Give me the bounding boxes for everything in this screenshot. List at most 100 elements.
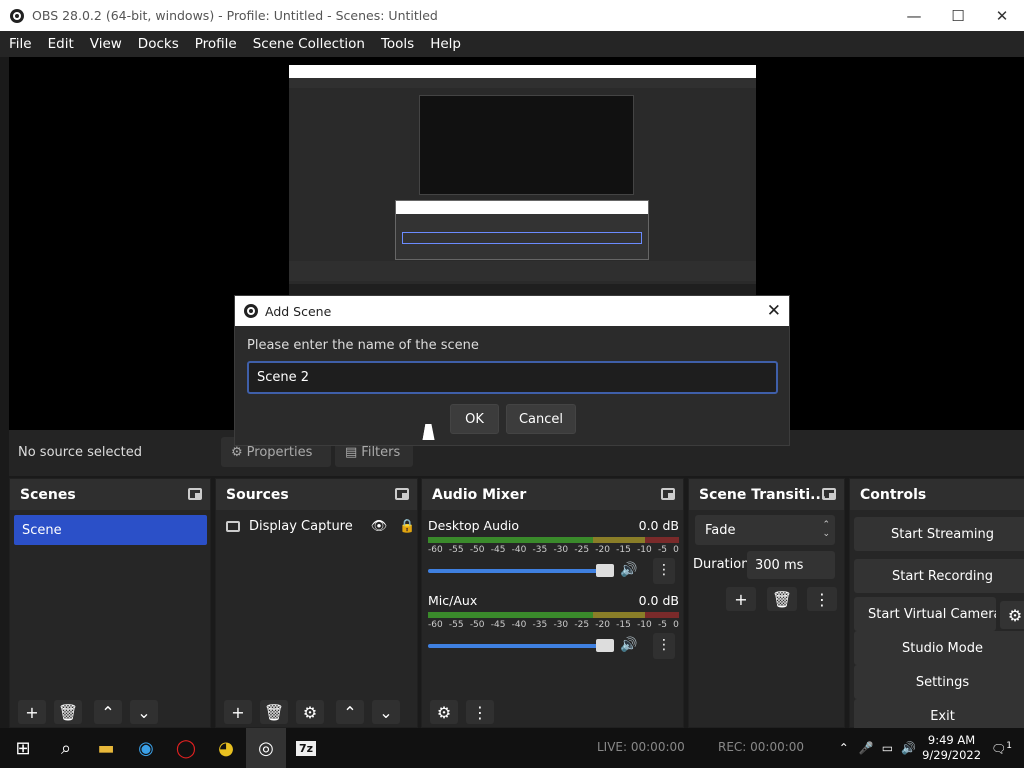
monitor-icon: [226, 521, 240, 532]
lock-icon[interactable]: 🔒: [399, 519, 415, 534]
level-meter: [428, 537, 679, 543]
sources-dock: Sources Display Capture 👁 🔒 + 🗑 ⚙ ⌃ ⌄: [215, 478, 418, 728]
transition-menu-button[interactable]: ⋮: [807, 587, 837, 611]
mixer-title: Audio Mixer: [432, 486, 527, 503]
undock-icon[interactable]: [661, 488, 675, 500]
remove-source-button[interactable]: 🗑: [260, 700, 288, 724]
chrome-browser-icon[interactable]: ◕: [206, 728, 246, 768]
notifications-icon[interactable]: 🗨1: [991, 741, 1012, 756]
remove-scene-button[interactable]: 🗑: [54, 700, 82, 724]
menu-edit[interactable]: Edit: [39, 36, 81, 52]
speaker-icon[interactable]: 🔊: [620, 562, 637, 578]
gear-icon: ⚙: [231, 444, 243, 460]
add-source-button[interactable]: +: [224, 700, 252, 724]
move-down-button[interactable]: ⌄: [130, 700, 158, 724]
network-icon[interactable]: ▭: [882, 741, 893, 755]
menu-help[interactable]: Help: [421, 36, 468, 52]
channel-db: 0.0 dB: [638, 593, 679, 608]
source-label: Display Capture: [249, 519, 353, 534]
studio-mode-button[interactable]: Studio Mode: [854, 631, 1024, 665]
file-explorer-icon[interactable]: ▬: [86, 728, 126, 768]
duration-input[interactable]: 300 ms: [747, 551, 835, 579]
clock[interactable]: 9:49 AM 9/29/2022: [922, 733, 981, 763]
add-transition-button[interactable]: +: [726, 587, 756, 611]
speaker-icon[interactable]: 🔊: [620, 637, 637, 653]
mixer-menu-button[interactable]: ⋮: [466, 700, 494, 724]
undock-icon[interactable]: [822, 488, 836, 500]
settings-button[interactable]: Settings: [854, 665, 1024, 699]
meter-ticks: -60 -55 -50 -45 -40 -35 -30 -25 -20 -15 -10 -5 0: [428, 545, 679, 555]
move-up-button[interactable]: ⌃: [336, 700, 364, 724]
add-scene-button[interactable]: +: [18, 700, 46, 724]
volume-slider-handle[interactable]: [596, 564, 614, 577]
chevron-up-icon[interactable]: ⌃: [839, 741, 849, 755]
menu-file[interactable]: File: [0, 36, 39, 52]
obs-taskbar-icon[interactable]: ◎: [246, 728, 286, 768]
dialog-close-button[interactable]: ✕: [767, 301, 781, 321]
scene-item[interactable]: Scene: [14, 515, 207, 545]
volume-icon[interactable]: 🔊: [901, 741, 916, 755]
windows-start-icon[interactable]: ⊞: [0, 728, 46, 768]
scenes-title: Scenes: [20, 486, 76, 503]
opera-browser-icon[interactable]: ◯: [166, 728, 206, 768]
controls-title: Controls: [860, 486, 927, 503]
remove-transition-button[interactable]: 🗑: [767, 587, 797, 611]
menu-profile[interactable]: Profile: [186, 36, 244, 52]
scene-transitions-dock: Scene Transiti... Fade ⌃ ⌄ Duration 300 m…: [688, 478, 845, 728]
start-recording-button[interactable]: Start Recording: [854, 559, 1024, 593]
close-window-button[interactable]: ✕: [980, 0, 1024, 31]
undock-icon[interactable]: [188, 488, 202, 500]
scene-name-input[interactable]: [247, 361, 778, 394]
menu-scene-collection[interactable]: Scene Collection: [244, 36, 372, 52]
menu-bar: File Edit View Docks Profile Scene Colle…: [0, 31, 1024, 57]
microphone-icon[interactable]: 🎤: [859, 741, 874, 755]
undock-icon[interactable]: [395, 488, 409, 500]
channel-db: 0.0 dB: [638, 518, 679, 533]
move-down-button[interactable]: ⌄: [372, 700, 400, 724]
eye-icon[interactable]: 👁: [371, 519, 388, 534]
7zip-icon[interactable]: 7z: [286, 728, 326, 768]
dialog-title: Add Scene: [265, 303, 332, 319]
mixer-channel: Desktop Audio 0.0 dB -60 -55 -50 -45 -40 -35 -3…: [428, 518, 679, 584]
start-streaming-button[interactable]: Start Streaming: [854, 517, 1024, 551]
mixer-channel: Mic/Aux 0.0 dB -60 -55 -50 -45 -40 -35 -30 -25 -2…: [428, 593, 679, 659]
audio-mixer-dock: Audio Mixer Desktop Audio 0.0 dB -60 -55 -5…: [421, 478, 684, 728]
edge-browser-icon[interactable]: ◉: [126, 728, 166, 768]
cancel-button[interactable]: Cancel: [506, 404, 576, 434]
chevron-updown-icon: ⌃ ⌄: [822, 520, 830, 539]
menu-view[interactable]: View: [81, 36, 129, 52]
level-meter: [428, 612, 679, 618]
search-icon[interactable]: ⌕: [46, 728, 86, 768]
window-titlebar: OBS 28.0.2 (64-bit, windows) - Profile: …: [0, 0, 1024, 31]
volume-slider[interactable]: [428, 569, 608, 573]
obs-logo-icon: [244, 304, 258, 318]
menu-docks[interactable]: Docks: [129, 36, 186, 52]
virtual-camera-settings-button[interactable]: ⚙: [1000, 601, 1024, 629]
system-tray: ⌃ 🎤 ▭ 🔊 9:49 AM 9/29/2022 🗨1: [839, 728, 1024, 768]
menu-tools[interactable]: Tools: [372, 36, 421, 52]
channel-name: Mic/Aux: [428, 593, 478, 608]
dialog-prompt: Please enter the name of the scene: [247, 338, 479, 353]
volume-slider-handle[interactable]: [596, 639, 614, 652]
source-item[interactable]: Display Capture 👁 🔒: [226, 519, 415, 534]
transition-select[interactable]: Fade ⌃ ⌄: [695, 515, 835, 545]
taskbar: ⊞ ⌕ ▬ ◉ ◯ ◕ ◎ 7z LIVE: 00:00:00 REC: 00:…: [0, 728, 1024, 768]
source-settings-button[interactable]: ⚙: [296, 700, 324, 724]
rec-status: REC: 00:00:00: [718, 740, 805, 754]
dialog-titlebar: Add Scene ✕: [235, 296, 789, 326]
start-virtual-camera-button[interactable]: Start Virtual Camera: [854, 597, 996, 631]
volume-slider[interactable]: [428, 644, 608, 648]
live-status: LIVE: 00:00:00: [597, 740, 685, 754]
meter-ticks: -60 -55 -50 -45 -40 -35 -30 -25 -20 -15 -10 -5 0: [428, 620, 679, 630]
channel-menu-button[interactable]: ⋮: [653, 633, 675, 659]
ok-button[interactable]: OK: [450, 404, 499, 434]
maximize-button[interactable]: ☐: [936, 0, 980, 31]
sources-title: Sources: [226, 486, 289, 503]
preview-capture-image: [289, 65, 756, 296]
scenes-dock: Scenes Scene + 🗑 ⌃ ⌄: [9, 478, 211, 728]
controls-dock: Controls Start Streaming Start Recording…: [849, 478, 1024, 733]
channel-menu-button[interactable]: ⋮: [653, 558, 675, 584]
advanced-audio-button[interactable]: ⚙: [430, 700, 458, 724]
move-up-button[interactable]: ⌃: [94, 700, 122, 724]
minimize-button[interactable]: —: [892, 0, 936, 31]
